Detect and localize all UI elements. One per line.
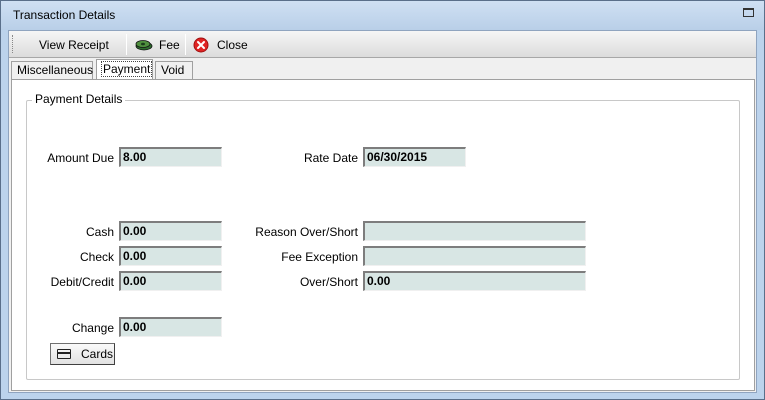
view-receipt-label: View Receipt bbox=[39, 37, 109, 52]
rate-date-label: Rate Date bbox=[303, 151, 358, 165]
reason-over-short-label: Reason Over/Short bbox=[255, 225, 358, 239]
credit-card-icon bbox=[57, 349, 71, 359]
transaction-details-window: Transaction Details View Receipt Fee Clo… bbox=[0, 0, 765, 400]
tab-payment[interactable]: Payment bbox=[96, 59, 153, 80]
tab-miscellaneous[interactable]: Miscellaneous bbox=[11, 61, 93, 80]
toolbar-separator bbox=[185, 34, 186, 55]
fee-exception-field[interactable] bbox=[363, 246, 586, 266]
amount-due-label: Amount Due bbox=[47, 151, 114, 165]
maximize-button[interactable] bbox=[743, 8, 754, 17]
close-button[interactable]: Close bbox=[193, 33, 248, 56]
tab-strip: Miscellaneous Payment Void bbox=[11, 59, 756, 80]
tab-label: Void bbox=[161, 63, 185, 77]
change-field[interactable]: 0.00 bbox=[119, 317, 222, 337]
toolbar-grip[interactable] bbox=[12, 35, 15, 53]
client-area: View Receipt Fee Close Miscellaneous Pay… bbox=[8, 30, 757, 393]
window-title: Transaction Details bbox=[13, 8, 116, 22]
rate-date-field[interactable]: 06/30/2015 bbox=[363, 147, 466, 167]
check-field[interactable]: 0.00 bbox=[119, 246, 222, 266]
cash-label: Cash bbox=[85, 225, 114, 239]
title-bar[interactable]: Transaction Details bbox=[1, 1, 764, 30]
close-icon bbox=[193, 37, 209, 53]
payment-details-legend: Payment Details bbox=[32, 92, 126, 106]
close-label: Close bbox=[217, 37, 248, 52]
toolbar-separator bbox=[126, 34, 127, 55]
tab-label: Payment bbox=[100, 61, 153, 77]
fee-label: Fee bbox=[159, 37, 180, 52]
tab-void[interactable]: Void bbox=[155, 61, 193, 80]
amount-due-field[interactable]: 8.00 bbox=[119, 147, 222, 167]
fee-exception-label: Fee Exception bbox=[281, 250, 358, 264]
view-receipt-button[interactable]: View Receipt bbox=[39, 33, 109, 56]
cards-button[interactable]: Cards bbox=[50, 343, 115, 365]
toolbar: View Receipt Fee Close bbox=[9, 31, 756, 58]
reason-over-short-field[interactable] bbox=[363, 221, 586, 241]
debit-credit-field[interactable]: 0.00 bbox=[119, 271, 222, 291]
cards-label: Cards bbox=[81, 347, 114, 361]
over-short-field[interactable]: 0.00 bbox=[363, 271, 586, 291]
tab-label: Miscellaneous bbox=[17, 63, 94, 77]
check-label: Check bbox=[79, 250, 114, 264]
cash-field[interactable]: 0.00 bbox=[119, 221, 222, 241]
over-short-label: Over/Short bbox=[299, 275, 358, 289]
fee-button[interactable]: Fee bbox=[135, 33, 180, 56]
debit-credit-label: Debit/Credit bbox=[50, 275, 114, 289]
change-label: Change bbox=[71, 321, 114, 335]
money-icon bbox=[135, 39, 153, 51]
